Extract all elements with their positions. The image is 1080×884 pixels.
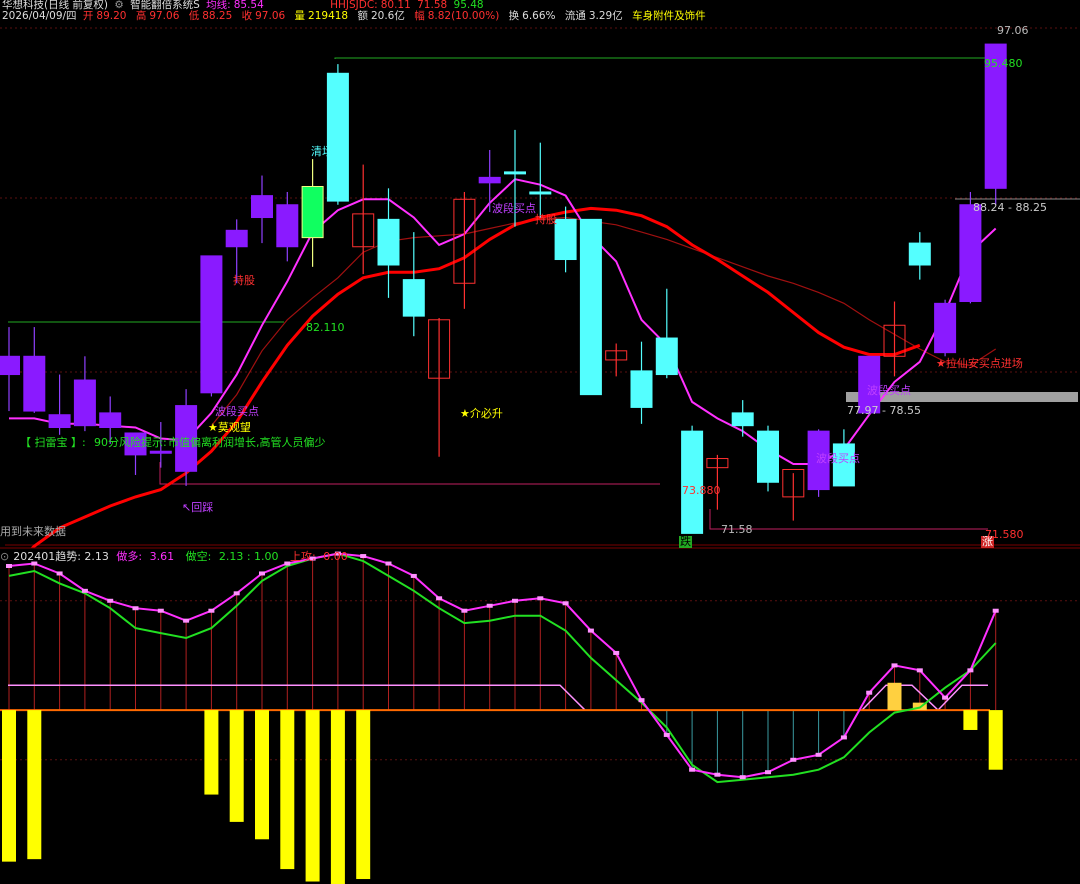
saoleibao-label[interactable]: 【 扫雷宝 】: — [20, 437, 86, 449]
zuoduo-label: 做多: — [116, 550, 143, 563]
zuokong-label: 做空: — [185, 550, 212, 563]
indicator-bar — [356, 710, 371, 880]
zone-lower-label: 77.97 - 78.55 — [847, 404, 921, 417]
indicator-dot — [132, 606, 139, 611]
indicator-dot — [587, 628, 594, 633]
label-71580: 71.580 — [985, 528, 1024, 541]
risk-label: 90分风险提示: — [94, 436, 167, 449]
indicator-dot — [157, 608, 164, 613]
indicator-dot — [689, 767, 696, 772]
label-95480: 95.480 — [984, 57, 1023, 70]
indicator-dot — [613, 650, 620, 655]
annotation-buy-1: 波段买点 — [215, 405, 259, 418]
indicator-dot — [967, 668, 974, 673]
indicator-dot — [866, 690, 873, 695]
indicator-dot — [259, 571, 265, 576]
indicator-dot — [512, 598, 518, 603]
annotation-moguan: ★莫观望 — [208, 421, 251, 434]
label-9706: 97.06 — [997, 24, 1029, 37]
indicator-bar — [887, 682, 902, 711]
indicator-dot — [562, 601, 569, 606]
indicator-dot — [638, 698, 645, 703]
annotation-buy-4: 波段买点 — [867, 384, 911, 397]
annotation-buy-2: 波段买点 — [492, 202, 536, 215]
indicator-dot — [486, 603, 493, 608]
indicator-dot — [107, 598, 114, 603]
indicator-bar — [963, 710, 978, 730]
indicator-dot — [360, 554, 367, 559]
indicator-dot — [891, 663, 898, 668]
indicator-bar — [229, 710, 244, 822]
indicator-dot — [233, 591, 240, 596]
zone-upper-label: 88.24 - 88.25 — [973, 201, 1047, 214]
annotation-must-rise: ★介必升 — [460, 407, 503, 420]
indicator-bar — [330, 710, 345, 884]
indicator-dot — [765, 770, 771, 775]
indicator-dot — [663, 732, 670, 737]
annotation-hold-2: 持股 — [535, 213, 557, 226]
indicator-dot — [436, 596, 443, 601]
indicator-dot — [840, 735, 847, 740]
annotation-buy-3: 波段买点 — [816, 452, 860, 465]
indicator-bar — [305, 710, 320, 882]
zuoduo-value: 3.61 — [149, 550, 175, 563]
indicator-header: ⊙ 202401趋势: 2.13 做多: 3.61 做空: 2.13 : 1.00… — [0, 550, 356, 563]
indicator-dot — [385, 561, 392, 566]
indicator-pink-line-a — [8, 684, 586, 711]
shanggong-value: 0.00 — [323, 550, 348, 563]
indicator-bar — [2, 710, 16, 862]
label-73880: 73.880 — [682, 484, 721, 497]
indicator-dot — [6, 564, 12, 568]
indicator-dot — [714, 772, 721, 777]
indicator-name[interactable]: 202401趋势 — [13, 550, 77, 563]
indicator-dot — [208, 608, 215, 613]
label-7158: 71.58 — [721, 523, 753, 536]
indicator-bar — [255, 710, 269, 840]
collapse-icon[interactable]: ⊙ — [0, 550, 9, 563]
indicator-dot — [815, 752, 822, 757]
annotation-exit: 清场 出 — [311, 145, 348, 158]
label-82110: 82.110 — [306, 321, 345, 334]
indicator-green-line — [8, 552, 997, 784]
indicator-dot — [461, 608, 468, 613]
risk-text: 市值偏离利润增长,高管人员偏少 — [168, 436, 326, 449]
annotation-hold-1: 持股 — [233, 274, 255, 287]
indicator-bar — [204, 710, 219, 795]
zuokong-value: 2.13 : 1.00 — [218, 550, 279, 563]
indicator-dot — [739, 775, 746, 780]
indicator-dot — [56, 571, 63, 576]
indicator-magenta-line — [8, 552, 997, 779]
indicator-dot — [410, 573, 417, 578]
indicator-bar — [27, 710, 42, 860]
indicator-dot — [537, 596, 544, 601]
indicator-dot — [81, 588, 88, 593]
future-data-note: 用到未来数据 — [0, 525, 66, 538]
indicator-name-value: : 2.13 — [77, 550, 109, 563]
indicator-dot — [183, 618, 190, 623]
indicator-dot — [916, 668, 923, 673]
indicator-bar — [280, 710, 295, 870]
die-marker: 跌 — [679, 535, 692, 548]
annotation-huicai: ↖回踩 — [182, 501, 214, 514]
shanggong-label: 上攻: — [290, 550, 316, 563]
indicator-dot — [992, 608, 999, 613]
annotation-entry-signal: ★拉仙安买点进场 — [936, 357, 1023, 370]
indicator-dot — [790, 757, 797, 762]
indicator-dot — [942, 695, 949, 700]
indicator-bar — [988, 710, 1003, 770]
